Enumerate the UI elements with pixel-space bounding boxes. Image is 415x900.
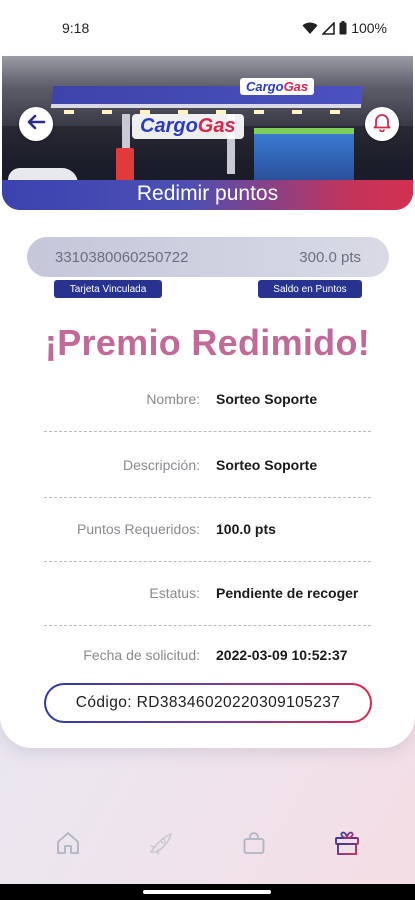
brand-logo-small: CargoGas — [240, 78, 315, 95]
station-store — [254, 128, 354, 182]
brand-logo-right: Gas — [197, 115, 236, 137]
detail-label: Puntos Requeridos: — [77, 520, 200, 537]
detail-row-name: Nombre: Sorteo Soporte — [44, 366, 371, 432]
battery-icon — [339, 21, 347, 35]
detail-value: 100.0 pts — [216, 520, 276, 537]
points-balance-tag: Saldo en Puntos — [258, 280, 362, 298]
status-icons: 100% — [302, 20, 387, 36]
detail-row-status: Estatus: Pendiente de recoger — [44, 560, 371, 626]
rocket-icon — [147, 830, 175, 861]
brand-logo: CargoGas — [132, 114, 244, 139]
battery-level: 100% — [351, 20, 387, 36]
station-canopy — [50, 86, 364, 108]
redeemed-headline: ¡Premio Redimido! — [44, 322, 371, 363]
linked-card-tag: Tarjeta Vinculada — [54, 280, 162, 298]
back-button[interactable] — [19, 107, 53, 141]
detail-label: Nombre: — [146, 390, 200, 407]
detail-value: Pendiente de recoger — [216, 584, 359, 601]
card-balance-pill: 3310380060250722 300.0 pts — [27, 237, 389, 277]
card-number: 3310380060250722 — [55, 248, 189, 266]
detail-value: Sorteo Soporte — [216, 390, 318, 407]
brand-logo-small-right: Gas — [283, 79, 309, 94]
points-balance: 300.0 pts — [299, 248, 361, 266]
detail-label: Fecha de solicitud: — [83, 647, 200, 663]
fuel-pump — [116, 148, 134, 182]
bell-icon — [373, 112, 391, 137]
detail-row-points: Puntos Requeridos: 100.0 pts — [44, 496, 371, 562]
detail-value: Sorteo Soporte — [216, 456, 318, 473]
detail-label: Estatus: — [149, 584, 200, 601]
nav-promotions[interactable] — [131, 825, 191, 865]
wifi-icon — [302, 22, 318, 35]
notifications-button[interactable] — [365, 107, 399, 141]
header-banner: CargoGas CargoGas Redimir puntos — [2, 56, 413, 210]
nav-shop[interactable] — [224, 825, 284, 865]
page-title: Redimir puntos — [136, 182, 279, 205]
bag-icon — [241, 830, 267, 861]
status-time: 9:18 — [62, 20, 90, 36]
nav-home[interactable] — [38, 825, 98, 865]
home-icon — [55, 830, 81, 861]
detail-label: Descripción: — [122, 456, 200, 473]
arrow-left-icon — [26, 114, 46, 135]
main-card: CargoGas CargoGas Redimir puntos 3310380… — [0, 56, 415, 748]
bottom-nav — [0, 815, 415, 875]
status-bar: 9:18 100% — [0, 0, 415, 56]
redemption-code[interactable]: Código: RD38346020220309105237 — [44, 683, 372, 723]
detail-value: 2022-03-09 10:52:37 — [216, 647, 348, 663]
home-gesture-handle[interactable] — [143, 890, 271, 894]
brand-logo-left: Cargo — [140, 115, 198, 137]
gift-icon — [333, 829, 361, 862]
detail-row-description: Descripción: Sorteo Soporte — [44, 432, 371, 498]
nav-rewards[interactable] — [317, 825, 377, 865]
detail-row-date: Fecha de solicitud: 2022-03-09 10:52:37 — [44, 622, 371, 688]
signal-icon — [322, 21, 335, 35]
brand-logo-small-left: Cargo — [246, 79, 284, 94]
